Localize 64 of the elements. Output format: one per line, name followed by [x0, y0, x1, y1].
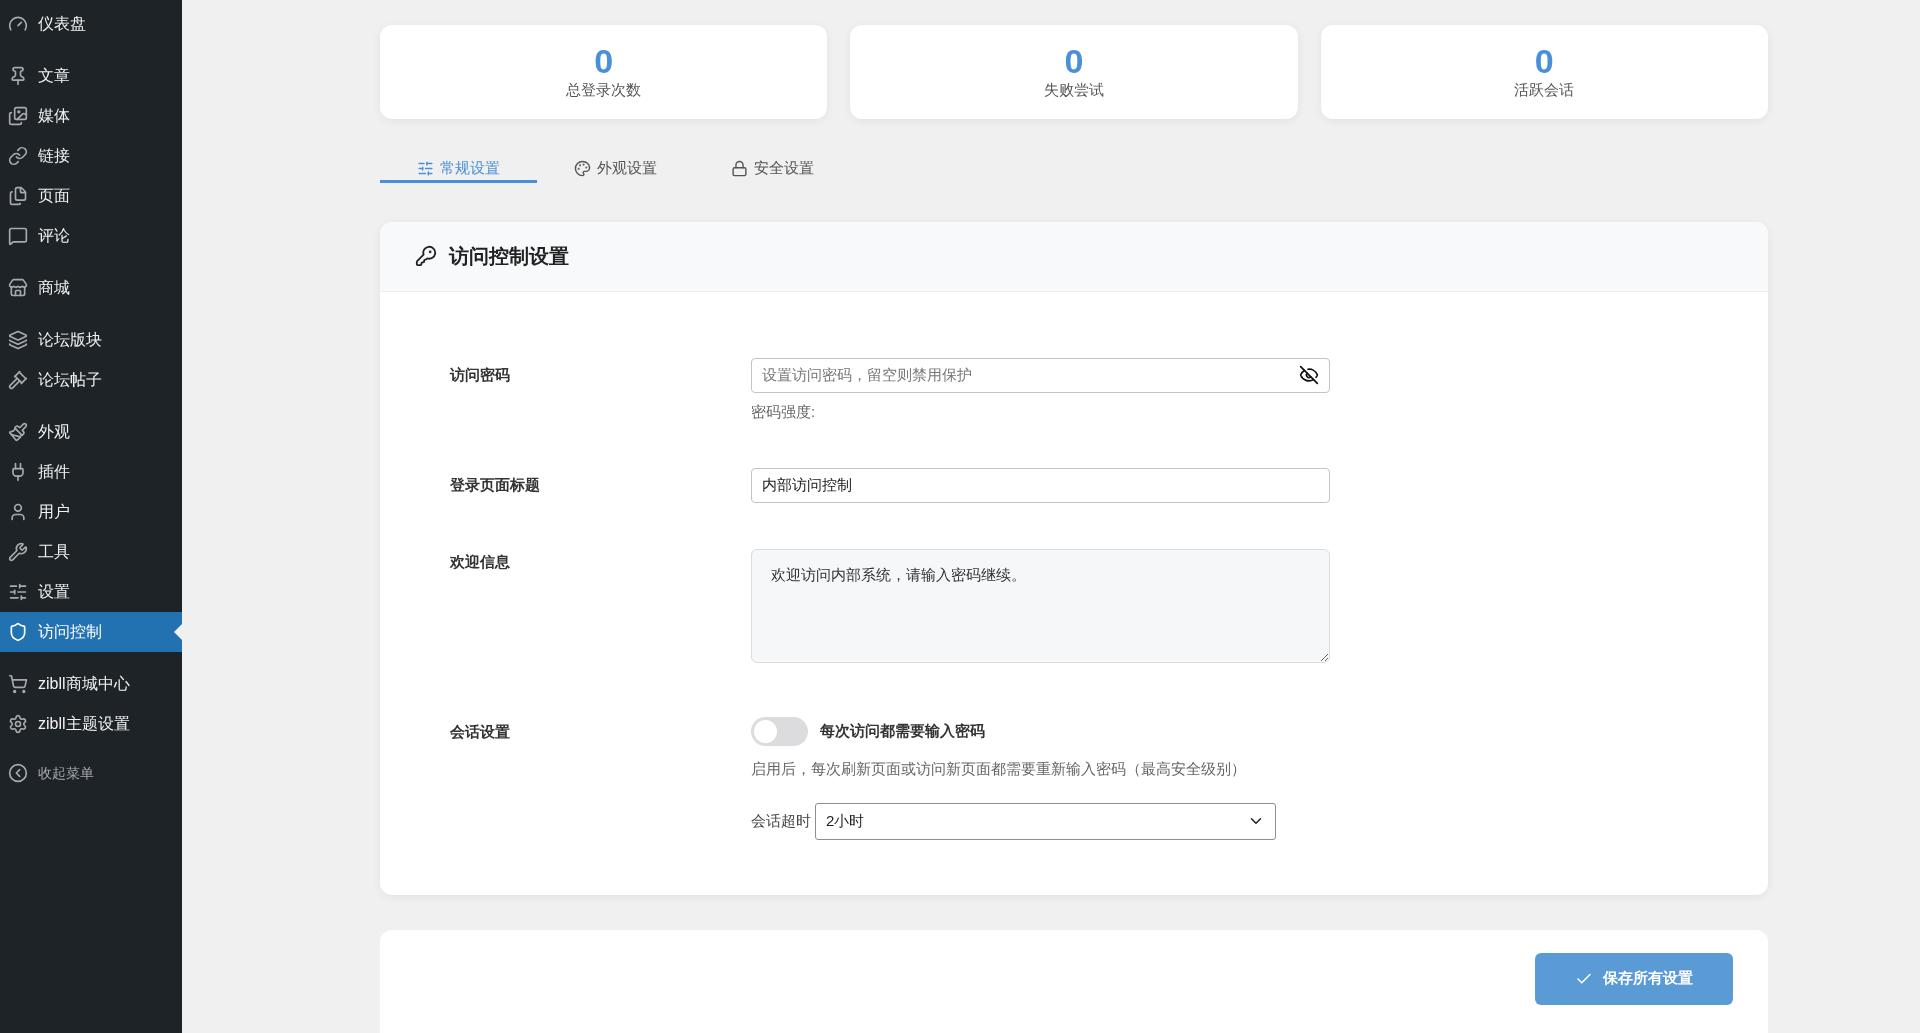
menu-icon — [8, 542, 28, 562]
sidebar-item[interactable]: 外观 — [0, 412, 182, 452]
password-input[interactable]: 设置访问密码，留空则禁用保护 — [762, 363, 1299, 387]
menu-icon — [8, 422, 28, 442]
sidebar-item[interactable]: 媒体 — [0, 96, 182, 136]
field-label: 访问密码 — [450, 364, 511, 385]
stat-value: 0 — [1064, 42, 1084, 79]
menu-icon — [8, 582, 28, 602]
menu-icon — [8, 622, 28, 642]
stat-value: 0 — [1534, 42, 1554, 79]
menu-icon — [8, 714, 28, 734]
stat-label: 总登录次数 — [566, 79, 642, 100]
toggle-label: 每次访问都需要输入密码 — [820, 721, 985, 742]
settings-tab[interactable]: 外观设置 — [537, 157, 694, 183]
active-pointer — [174, 624, 182, 640]
timeout-select[interactable]: 2小时 — [815, 802, 1276, 840]
menu-icon — [8, 226, 28, 246]
strength-label: 密码强度: — [751, 401, 816, 422]
help-text: 启用后，每次刷新页面或访问新页面都需要重新输入密码（最高安全级别） — [751, 759, 1247, 779]
field-label: 欢迎信息 — [450, 552, 511, 572]
sidebar-item[interactable]: 工具 — [0, 532, 182, 572]
menu-icon — [8, 370, 28, 390]
toggle-switch[interactable] — [751, 717, 808, 746]
menu-icon — [8, 106, 28, 126]
stat-value: 0 — [594, 42, 614, 79]
field-label: 会话设置 — [450, 722, 511, 742]
menu-icon — [8, 674, 28, 694]
field-label: 登录页面标题 — [450, 475, 541, 495]
menu-icon — [8, 14, 28, 34]
menu-icon — [8, 146, 28, 166]
collapse-menu[interactable]: 收起菜单 — [0, 756, 182, 790]
stat-label: 失败尝试 — [1044, 79, 1104, 100]
sidebar-item[interactable]: 访问控制 — [0, 612, 182, 652]
settings-tab[interactable]: 安全设置 — [694, 157, 851, 183]
sidebar-item[interactable]: 评论 — [0, 216, 182, 256]
sidebar-item[interactable]: 页面 — [0, 176, 182, 216]
sidebar-item[interactable]: 论坛帖子 — [0, 360, 182, 400]
sidebar-item[interactable]: 设置 — [0, 572, 182, 612]
menu-icon — [8, 330, 28, 350]
stat-label: 活跃会话 — [1514, 79, 1575, 100]
tab-icon — [574, 159, 591, 177]
sidebar-item[interactable]: 商城 — [0, 268, 182, 308]
collapse-icon — [8, 763, 28, 783]
menu-icon — [8, 186, 28, 206]
tab-icon — [417, 159, 434, 177]
key-icon — [415, 245, 437, 267]
sidebar-item[interactable]: zibll商城中心 — [0, 664, 182, 704]
sidebar-item[interactable]: 插件 — [0, 452, 182, 492]
hide-password-icon[interactable] — [1299, 365, 1319, 385]
tab-icon — [731, 159, 748, 177]
sidebar-item[interactable]: 用户 — [0, 492, 182, 532]
panel-title: 访问控制设置 — [449, 244, 569, 269]
sidebar-item[interactable]: 论坛版块 — [0, 320, 182, 360]
password-field[interactable]: 设置访问密码，留空则禁用保护 — [751, 357, 1330, 393]
sidebar-item[interactable]: zibll主题设置 — [0, 704, 182, 744]
menu-icon — [8, 66, 28, 86]
sidebar-item[interactable]: 文章 — [0, 56, 182, 96]
menu-icon — [8, 278, 28, 298]
welcome-field[interactable]: 欢迎访问内部系统，请输入密码继续。 — [751, 549, 1330, 663]
title-field[interactable]: 内部访问控制 — [751, 468, 1330, 503]
menu-icon — [8, 502, 28, 522]
timeout-label: 会话超时 — [751, 810, 811, 831]
sidebar-item[interactable]: 仪表盘 — [0, 4, 182, 44]
sidebar-item[interactable]: 链接 — [0, 136, 182, 176]
